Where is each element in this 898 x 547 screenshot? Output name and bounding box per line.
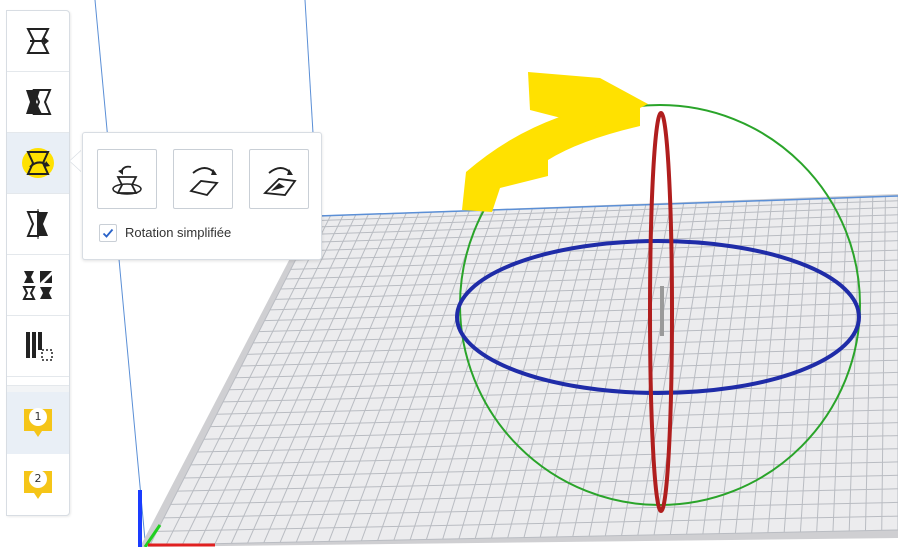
simplified-rotation-checkbox[interactable] — [99, 224, 117, 242]
rotate-tool[interactable] — [7, 133, 69, 194]
rotate-panel: Rotation simplifiée — [82, 132, 322, 260]
per-model-settings-icon — [22, 271, 52, 300]
scale-icon — [26, 89, 52, 115]
toolbar: 1 2 — [6, 10, 70, 516]
lay-flat-icon — [189, 167, 219, 197]
scale-tool[interactable] — [7, 72, 69, 133]
lay-flat-button[interactable] — [173, 149, 233, 209]
mirror-tool[interactable] — [7, 194, 69, 255]
rotate-icon — [22, 148, 54, 178]
reset-rotation-icon — [112, 165, 142, 195]
reset-rotation-button[interactable] — [97, 149, 157, 209]
move-icon — [26, 28, 50, 54]
checkmark-icon — [102, 228, 114, 238]
move-tool[interactable] — [7, 11, 69, 72]
scene-bound-line — [94, 0, 146, 541]
3d-viewport[interactable] — [0, 0, 898, 547]
extruder-2-button[interactable]: 2 — [7, 454, 69, 516]
extruder-1-button[interactable]: 1 — [7, 392, 69, 454]
support-blocker-tool[interactable] — [7, 316, 69, 377]
simplified-rotation-label: Rotation simplifiée — [125, 225, 232, 240]
align-face-icon — [263, 167, 297, 196]
mirror-icon — [26, 209, 48, 239]
support-blocker-icon — [26, 332, 53, 361]
select-face-to-align-button[interactable] — [249, 149, 309, 209]
extruder-number: 1 — [29, 408, 47, 426]
per-model-settings-tool[interactable] — [7, 255, 69, 316]
panel-pointer — [70, 150, 82, 172]
extruder-number: 2 — [29, 470, 47, 488]
